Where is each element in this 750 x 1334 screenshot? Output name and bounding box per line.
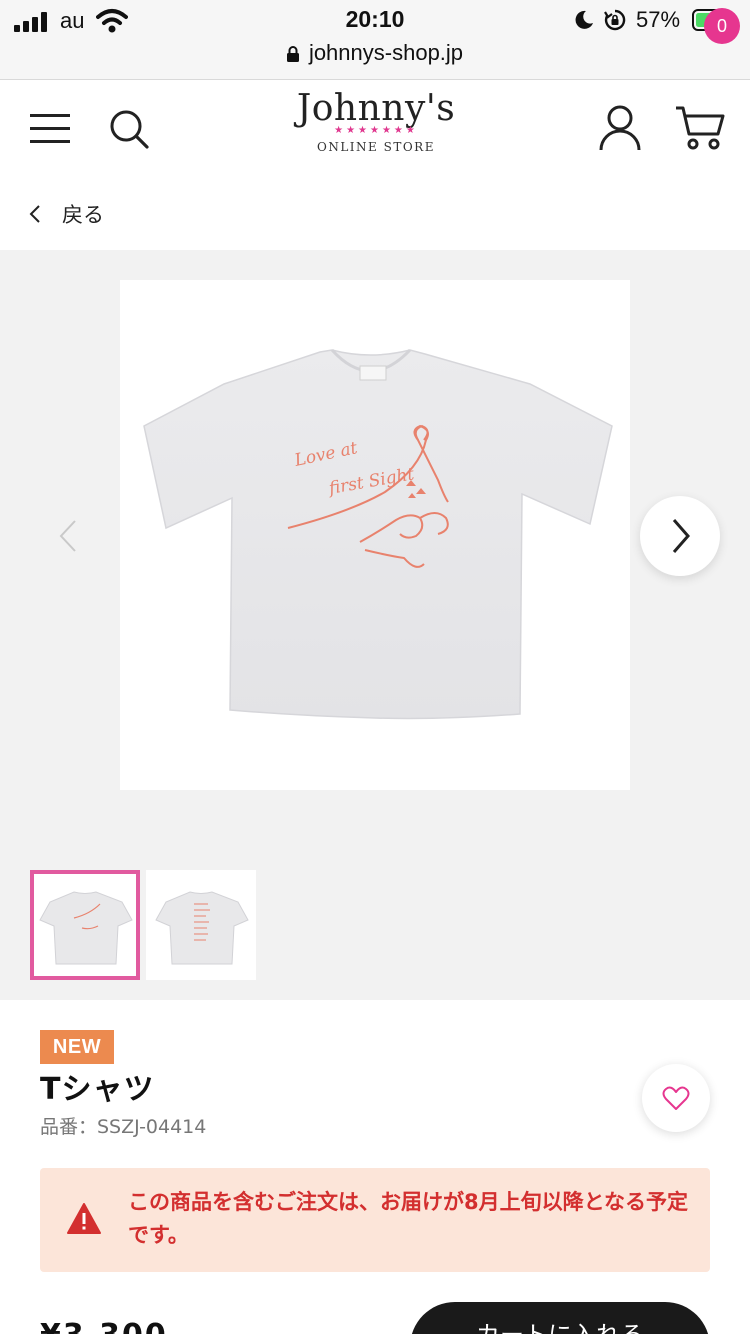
back-button[interactable]: 戻る: [28, 198, 104, 230]
account-icon[interactable]: [598, 104, 642, 152]
thumbnail-back[interactable]: [146, 870, 256, 980]
warning-icon: [67, 1203, 101, 1234]
chevron-left-icon: [29, 205, 40, 223]
menu-icon[interactable]: [30, 114, 70, 144]
address-bar[interactable]: johnnys-shop.jp: [0, 40, 750, 66]
store-logo[interactable]: Johnny's ★★★★★★★ ONLINE STORE: [296, 86, 456, 176]
cart-count-badge[interactable]: 0: [704, 8, 740, 44]
product-title: Tシャツ: [40, 1072, 155, 1107]
new-badge: NEW: [40, 1030, 114, 1064]
search-icon[interactable]: [108, 108, 150, 150]
product-main-image[interactable]: Love at first Sight: [120, 280, 630, 790]
product-gallery: Love at first Sight: [0, 250, 750, 1000]
url-text: johnnys-shop.jp: [308, 40, 464, 65]
notice-text: この商品を含むご注文は、お届けが8月上旬以降となる予定です。: [128, 1190, 688, 1247]
battery-percent: 57%: [636, 7, 681, 32]
next-image-button[interactable]: [640, 496, 720, 576]
add-to-cart-button[interactable]: カートに入れる: [410, 1302, 710, 1334]
rotation-lock-icon: [604, 9, 626, 31]
product-price: ¥3,300: [40, 1318, 168, 1334]
delivery-notice: この商品を含むご注文は、お届けが8月上旬以降となる予定です。: [40, 1168, 710, 1272]
product-code: 品番：SSZJ-04414: [40, 1116, 207, 1138]
moon-icon: [575, 10, 593, 29]
logo-text: Johnny's: [296, 88, 456, 129]
heart-icon: [662, 1086, 690, 1110]
tshirt-front-illustration: Love at first Sight: [143, 348, 613, 720]
favorite-button[interactable]: [642, 1064, 710, 1132]
cart-icon[interactable]: [674, 104, 726, 150]
lock-icon: [286, 46, 299, 62]
site-header: Johnny's ★★★★★★★ ONLINE STORE: [0, 80, 750, 180]
logo-subtitle: ONLINE STORE: [317, 140, 435, 154]
back-label: 戻る: [62, 203, 104, 227]
status-bar: au 20:10 57% johnnys-shop.jp: [0, 0, 750, 80]
thumbnail-back-illustration: [155, 891, 249, 965]
thumbnail-front-illustration: [39, 891, 133, 965]
chevron-left-icon[interactable]: [56, 518, 80, 554]
thumbnail-front[interactable]: [30, 870, 140, 980]
chevron-right-icon: [672, 519, 690, 553]
